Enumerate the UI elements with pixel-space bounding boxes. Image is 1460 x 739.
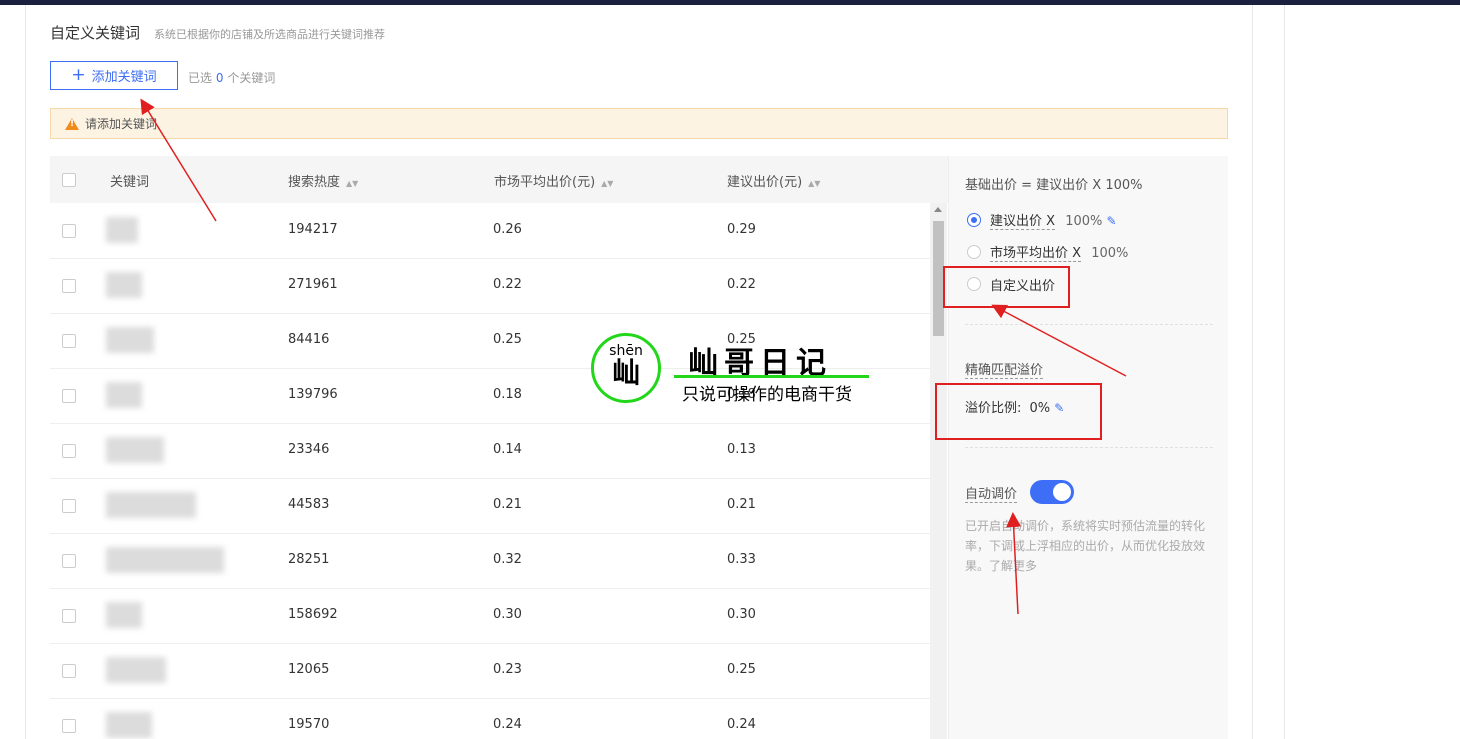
watermark-underline (674, 375, 869, 378)
arrow-to-custom-bid (991, 304, 1127, 377)
watermark-subtitle: 只说可操作的电商干货 (682, 385, 852, 405)
arrow-to-add-button (140, 98, 217, 222)
watermark-logo: shēn 屾 屾哥日记 只说可操作的电商干货 (590, 332, 880, 410)
arrow-to-auto-adjust (1006, 512, 1022, 615)
watermark-char: 屾 (611, 356, 640, 389)
watermark-badge: shēn 屾 (591, 333, 661, 403)
